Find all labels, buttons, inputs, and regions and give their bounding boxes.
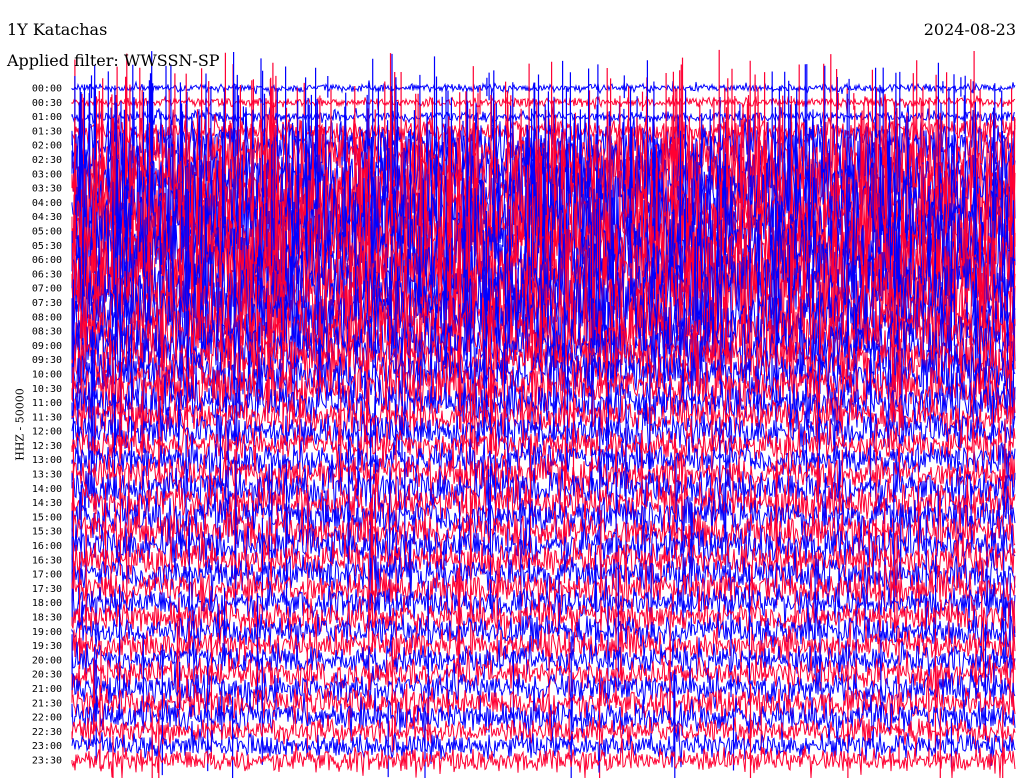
row-time-label: 18:30	[32, 613, 62, 624]
row-time-label: 09:00	[32, 341, 62, 352]
row-time-label: 03:30	[32, 184, 62, 195]
row-time-label: 00:30	[32, 98, 62, 109]
row-time-label: 19:00	[32, 627, 62, 638]
row-time-label: 05:00	[32, 226, 62, 237]
trace-0030	[71, 94, 1016, 112]
row-time-label: 13:00	[32, 455, 62, 466]
row-time-label: 19:30	[32, 641, 62, 652]
row-time-label: 20:00	[32, 655, 62, 666]
row-time-label: 15:00	[32, 512, 62, 523]
row-time-label: 02:30	[32, 155, 62, 166]
row-time-label: 03:00	[32, 169, 62, 180]
row-time-label: 23:30	[32, 756, 62, 767]
row-time-label: 14:30	[32, 498, 62, 509]
row-time-label: 10:30	[32, 384, 62, 395]
helicorder-chart: 00:00 00:30 01:00 01:30 02:00 02:30 03:00 03:30…	[0, 0, 1024, 780]
row-time-label: 14:00	[32, 484, 62, 495]
row-time-label: 20:30	[32, 670, 62, 681]
row-time-label: 21:00	[32, 684, 62, 695]
row-time-label: 07:30	[32, 298, 62, 309]
row-time-label: 11:00	[32, 398, 62, 409]
row-time-label: 09:30	[32, 355, 62, 366]
seismogram-plot: 00:00 00:30 01:00 01:30 02:00 02:30 03:00 03:30…	[32, 49, 1016, 779]
station-title: 1Y Katachas	[7, 20, 108, 39]
row-time-label: 13:30	[32, 470, 62, 481]
row-time-label: 01:00	[32, 112, 62, 123]
row-time-label: 22:30	[32, 727, 62, 738]
row-time-label: 17:00	[32, 570, 62, 581]
row-time-label: 06:00	[32, 255, 62, 266]
row-time-label: 08:30	[32, 327, 62, 338]
row-time-label: 11:30	[32, 412, 62, 423]
row-time-label: 05:30	[32, 241, 62, 252]
row-time-label: 16:00	[32, 541, 62, 552]
row-time-label: 22:00	[32, 713, 62, 724]
row-time-label: 10:00	[32, 369, 62, 380]
row-time-label: 12:30	[32, 441, 62, 452]
row-time-label: 21:30	[32, 698, 62, 709]
trace-0000	[71, 80, 1016, 97]
y-axis-label: HHZ - 50000	[13, 388, 27, 461]
row-time-label: 17:30	[32, 584, 62, 595]
row-time-label: 02:00	[32, 141, 62, 152]
row-time-label: 18:00	[32, 598, 62, 609]
row-time-label: 12:00	[32, 427, 62, 438]
row-time-label: 07:00	[32, 284, 62, 295]
row-time-label: 08:00	[32, 312, 62, 323]
row-time-label: 00:00	[32, 84, 62, 95]
row-time-label: 06:30	[32, 269, 62, 280]
row-time-label: 15:30	[32, 527, 62, 538]
filter-label: Applied filter: WWSSN-SP	[7, 51, 220, 70]
row-time-label: 16:30	[32, 555, 62, 566]
row-time-label: 01:30	[32, 126, 62, 137]
row-time-label: 04:30	[32, 212, 62, 223]
row-time-label: 04:00	[32, 198, 62, 209]
row-time-label: 23:00	[32, 741, 62, 752]
date-label: 2024-08-23	[923, 20, 1016, 39]
